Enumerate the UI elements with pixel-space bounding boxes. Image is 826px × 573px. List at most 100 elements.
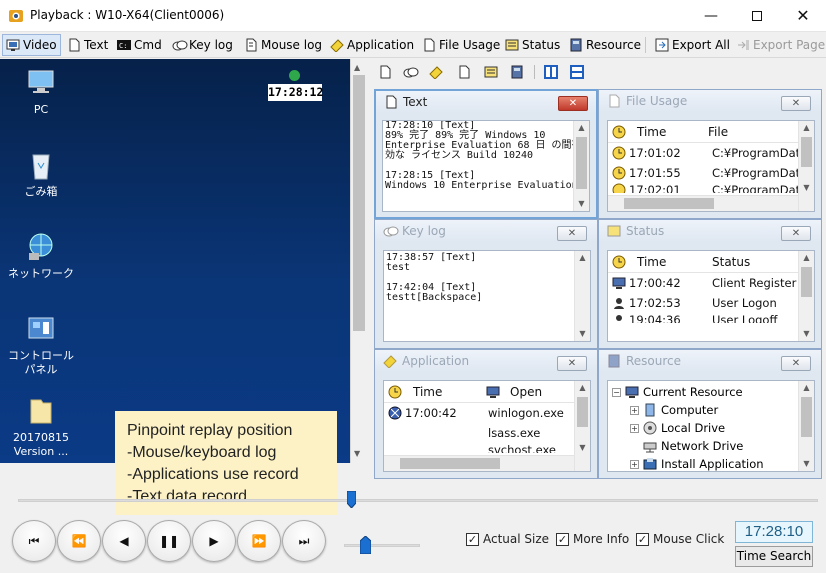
file-column-header[interactable]: File — [708, 125, 728, 139]
text-panel-content[interactable]: 17:28:10 [Text] 89% 完了 89% 完了 Windows 10 E… — [382, 120, 590, 212]
table-row[interactable]: 17:01:02 C:¥ProgramData — [608, 143, 800, 163]
table-row[interactable]: svchost.exe — [384, 443, 576, 453]
application-panel-content[interactable]: Time Open 17:00:42 winlogon.exe lsass.exe… — [383, 380, 591, 472]
scroll-down-icon[interactable]: ▼ — [575, 327, 590, 341]
resource-panel-content[interactable]: − Current Resource + Computer + Local Drive… — [607, 380, 815, 472]
skip-end-button[interactable]: ⏭ — [282, 520, 326, 562]
toolbar-exportpage-button[interactable]: Export Page — [733, 34, 826, 56]
text-panel[interactable]: Text ✕ 17:28:10 [Text] 89% 完了 89% 完了 Wind… — [374, 89, 598, 219]
scroll-thumb[interactable] — [801, 397, 812, 437]
play-button[interactable]: ▶ — [192, 520, 236, 562]
application-scrollbar[interactable]: ▲ ▼ — [574, 381, 590, 471]
file-usage-panel[interactable]: File Usage ✕ Time File 17:01:02 C:¥Progra… — [598, 89, 822, 219]
text-panel-scrollbar[interactable]: ▲ ▼ — [573, 121, 589, 211]
expand-icon[interactable]: + — [630, 405, 639, 415]
file-usage-scrollbar[interactable]: ▲ ▼ — [798, 121, 814, 211]
tile-horizontal-button[interactable] — [568, 63, 586, 81]
table-row[interactable]: 17:00:42 Client Register — [608, 273, 800, 293]
expand-icon[interactable]: + — [630, 423, 639, 433]
panel-status-toggle[interactable] — [481, 63, 501, 81]
scroll-thumb[interactable] — [400, 458, 500, 469]
toolbar-video-button[interactable]: Video — [2, 34, 61, 56]
scroll-down-icon[interactable]: ▼ — [574, 197, 589, 211]
panel-resource-toggle[interactable] — [507, 63, 527, 81]
status-panel-close-button[interactable]: ✕ — [781, 226, 811, 241]
time-search-button[interactable]: Time Search — [735, 546, 813, 567]
keylog-panel-content[interactable]: 17:38:57 [Text] test 17:42:04 [Text] testt[… — [383, 250, 591, 342]
scroll-up-icon[interactable]: ▲ — [799, 121, 814, 135]
table-row[interactable]: 17:02:53 User Logon — [608, 293, 800, 313]
video-screen[interactable]: PC ごみ箱 ネットワーク コントロール パネル 20170815 Versio… — [0, 59, 350, 463]
close-button[interactable]: ✕ — [780, 0, 826, 31]
resource-panel[interactable]: Resource ✕ − Current Resource + Computer +… — [598, 349, 822, 479]
panel-application-toggle[interactable] — [426, 63, 446, 81]
time-column-header[interactable]: Time — [612, 255, 666, 269]
table-row[interactable]: 19:04:36 User Logoff — [608, 313, 800, 323]
table-row[interactable]: 17:01:55 C:¥ProgramData — [608, 163, 800, 183]
status-column-header[interactable]: Status — [712, 255, 750, 269]
application-hscrollbar[interactable] — [384, 455, 574, 471]
actual-size-checkbox[interactable]: ✓ Actual Size — [466, 532, 549, 546]
panel-fileusage-toggle[interactable] — [454, 63, 474, 81]
collapse-icon[interactable]: − — [612, 387, 621, 397]
more-info-checkbox[interactable]: ✓ More Info — [556, 532, 629, 546]
scroll-up-icon[interactable]: ▲ — [799, 251, 814, 265]
application-panel[interactable]: Application ✕ Time Open 17:00:42 winlogon… — [374, 349, 598, 479]
toolbar-text-button[interactable]: Text — [64, 34, 111, 56]
tree-node-computer[interactable]: + Computer — [612, 401, 798, 419]
status-scrollbar[interactable]: ▲ ▼ — [798, 251, 814, 341]
tree-node-current-resource[interactable]: − Current Resource — [612, 383, 798, 401]
scroll-down-icon[interactable]: ▼ — [799, 457, 814, 471]
video-scrollbar[interactable]: ▲ ▼ — [350, 59, 368, 463]
resource-panel-close-button[interactable]: ✕ — [781, 356, 811, 371]
scroll-up-icon[interactable]: ▲ — [799, 381, 814, 395]
status-panel[interactable]: Status ✕ Time Status 17:00:42 Client Regi… — [598, 219, 822, 349]
panel-keylog-toggle[interactable] — [400, 63, 420, 81]
scroll-thumb[interactable] — [801, 267, 812, 297]
keylog-panel[interactable]: Key log ✕ 17:38:57 [Text] test 17:42:04 [T… — [374, 219, 598, 349]
tile-vertical-button[interactable] — [542, 63, 560, 81]
speed-slider-thumb[interactable] — [359, 535, 372, 555]
toolbar-keylog-button[interactable]: Key log — [169, 34, 236, 56]
pause-button[interactable]: ❚❚ — [147, 520, 191, 562]
status-panel-content[interactable]: Time Status 17:00:42 Client Register 17:0… — [607, 250, 815, 342]
fast-forward-button[interactable]: ⏩ — [237, 520, 281, 562]
scroll-down-icon[interactable]: ▼ — [799, 327, 814, 341]
table-row[interactable]: 17:00:42 winlogon.exe — [384, 403, 576, 423]
minimize-button[interactable]: — — [688, 0, 734, 31]
keylog-panel-close-button[interactable]: ✕ — [557, 226, 587, 241]
scroll-up-icon[interactable]: ▲ — [354, 63, 360, 72]
toolbar-resource-button[interactable]: Resource — [566, 34, 644, 56]
tree-node-install-application[interactable]: + Install Application — [612, 455, 798, 471]
mouse-click-checkbox[interactable]: ✓ Mouse Click — [636, 532, 724, 546]
scroll-down-icon[interactable]: ▼ — [575, 441, 590, 455]
open-column-header[interactable]: Open — [486, 385, 542, 399]
step-back-button[interactable]: ◀ — [102, 520, 146, 562]
maximize-button[interactable] — [734, 0, 780, 31]
keylog-scrollbar[interactable]: ▲ ▼ — [574, 251, 590, 341]
speed-slider-track[interactable] — [344, 544, 420, 547]
scroll-up-icon[interactable]: ▲ — [575, 381, 590, 395]
text-panel-close-button[interactable]: ✕ — [558, 96, 588, 111]
toolbar-mouselog-button[interactable]: Mouse log — [241, 34, 325, 56]
table-row[interactable]: lsass.exe — [384, 423, 576, 443]
rewind-button[interactable]: ⏪ — [57, 520, 101, 562]
panel-text-toggle[interactable] — [376, 63, 394, 81]
file-usage-hscrollbar[interactable] — [608, 195, 798, 211]
scroll-thumb[interactable] — [577, 397, 588, 427]
scroll-thumb[interactable] — [576, 137, 587, 189]
table-row[interactable]: 17:02:01 C:¥ProgramData — [608, 183, 800, 193]
file-usage-panel-close-button[interactable]: ✕ — [781, 96, 811, 111]
expand-icon[interactable]: + — [630, 459, 639, 469]
scroll-up-icon[interactable]: ▲ — [575, 251, 590, 265]
seek-thumb[interactable] — [346, 490, 357, 509]
toolbar-status-button[interactable]: Status — [502, 34, 563, 56]
scroll-thumb[interactable] — [353, 75, 365, 331]
tree-node-local-drive[interactable]: + Local Drive — [612, 419, 798, 437]
application-panel-close-button[interactable]: ✕ — [557, 356, 587, 371]
scroll-down-icon[interactable]: ▼ — [799, 181, 814, 195]
scroll-thumb[interactable] — [801, 137, 812, 167]
seek-bar[interactable] — [18, 499, 818, 502]
file-usage-panel-content[interactable]: Time File 17:01:02 C:¥ProgramData 17:01:5… — [607, 120, 815, 212]
tree-node-network-drive[interactable]: Network Drive — [612, 437, 798, 455]
